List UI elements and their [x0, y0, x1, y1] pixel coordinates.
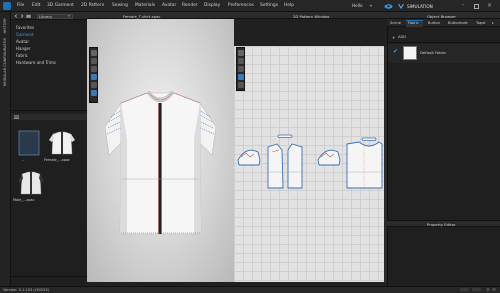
menu-file[interactable]: File	[17, 3, 24, 8]
simulation-toggle[interactable]: SIMULATION	[407, 4, 433, 9]
tab-fabric[interactable]: Fabric	[408, 21, 419, 25]
user-greeting[interactable]: Hello	[352, 3, 363, 8]
file-label: ..	[22, 158, 25, 162]
library-folder-up[interactable]	[16, 128, 46, 164]
library-view-toolbar	[11, 114, 87, 120]
menu-edit[interactable]: Edit	[32, 3, 41, 8]
history-tab[interactable]: HISTORY	[3, 18, 7, 34]
close-icon[interactable]: ×	[487, 2, 492, 9]
forward-arrow-icon[interactable]	[20, 14, 24, 18]
folder-icon[interactable]	[26, 14, 31, 18]
menu-3d-garment[interactable]: 3D Garment	[47, 3, 74, 8]
library-item-fabric[interactable]: Fabric	[16, 53, 28, 58]
minimize-icon[interactable]: –	[462, 2, 465, 8]
divider	[11, 110, 87, 111]
tab-buttonhole[interactable]: Buttonhole	[448, 21, 468, 25]
pin-icon[interactable]	[91, 66, 97, 72]
app-logo-icon	[3, 2, 11, 10]
3d-window-title: Female_T-shirt.zpac	[123, 13, 161, 19]
zoom-icon[interactable]	[238, 66, 244, 72]
list-view-icon[interactable]	[14, 115, 19, 119]
edit-pattern-icon[interactable]	[238, 58, 244, 64]
menu-render[interactable]: Render	[182, 3, 198, 8]
select-mesh-icon[interactable]	[91, 50, 97, 56]
chevron-down-icon[interactable]: ▾	[370, 3, 372, 8]
simulation-icon[interactable]	[398, 3, 404, 9]
2d-pattern-pieces[interactable]	[234, 46, 384, 282]
menu-2d-pattern[interactable]: 2D Pattern	[81, 3, 104, 8]
seam-icon[interactable]	[238, 74, 244, 80]
version-text: Version: 5.1.103 (r30235)	[3, 287, 50, 292]
object-browser-title: Object Browser	[427, 13, 456, 19]
library-item-avatar[interactable]: Avatar	[16, 39, 29, 44]
3d-window-titlebar	[87, 12, 234, 19]
divider	[11, 276, 87, 277]
menu-display[interactable]: Display	[204, 3, 220, 8]
plus-icon[interactable]: +	[392, 35, 395, 40]
polygon-icon[interactable]	[238, 82, 244, 88]
status-bar	[0, 286, 500, 293]
library-dropdown-value[interactable]: Library	[39, 14, 52, 19]
menu-sewing[interactable]: Sewing	[112, 3, 128, 8]
library-item-hanger[interactable]: Hanger	[16, 46, 31, 51]
file-label: Female_...zpac	[44, 158, 70, 162]
file-label: Male_...zpac	[13, 198, 35, 202]
2d-window-title: 2D Pattern Window	[293, 13, 330, 19]
library-item-hardware-and-trims[interactable]: Hardware and Trims	[16, 60, 56, 65]
brush-icon[interactable]	[91, 82, 97, 88]
fabric-name: Default Fabric	[420, 50, 447, 55]
status-icons	[460, 287, 496, 292]
fold-icon[interactable]	[91, 74, 97, 80]
back-arrow-icon[interactable]	[14, 14, 18, 18]
garment-thumbnail-icon	[18, 171, 44, 195]
transform-pattern-icon[interactable]	[238, 50, 244, 56]
measure-icon[interactable]	[91, 90, 97, 96]
garment-thumbnail-icon	[49, 131, 75, 155]
menu-avatar[interactable]: Avatar	[162, 3, 176, 8]
cloud-icon[interactable]	[384, 3, 393, 9]
fabric-swatch[interactable]	[403, 46, 417, 60]
checkmark-icon: ✔	[393, 48, 399, 55]
menu-preferences[interactable]: Preferences	[228, 3, 254, 8]
maximize-icon[interactable]	[474, 3, 479, 9]
2d-window-top-area	[234, 19, 387, 46]
folder-icon	[18, 130, 40, 156]
property-editor-title: Property Editor	[427, 221, 456, 227]
tab-topstitch[interactable]: Topst	[476, 21, 485, 25]
menu-help[interactable]: Help	[284, 3, 294, 8]
3d-garment-render[interactable]	[87, 19, 234, 282]
menu-settings[interactable]: Settings	[260, 3, 278, 8]
library-item-favorites[interactable]: Favorites	[16, 25, 34, 30]
modular-configurator-tab[interactable]: MODULAR CONFIGURATOR	[3, 38, 7, 86]
divider	[388, 42, 500, 43]
chevron-right-icon[interactable]: ▸	[492, 21, 494, 25]
tab-scene[interactable]: Scene	[390, 21, 401, 25]
3d-toolbar	[89, 47, 98, 103]
chevron-down-icon[interactable]: ▾	[68, 14, 70, 18]
add-fabric-button[interactable]: ADD	[398, 35, 406, 39]
move-icon[interactable]	[91, 58, 97, 64]
library-item-garment[interactable]: Garment	[16, 32, 34, 37]
tab-button[interactable]: Button	[428, 21, 440, 25]
menu-materials[interactable]: Materials	[135, 3, 155, 8]
2d-toolbar	[236, 47, 245, 91]
